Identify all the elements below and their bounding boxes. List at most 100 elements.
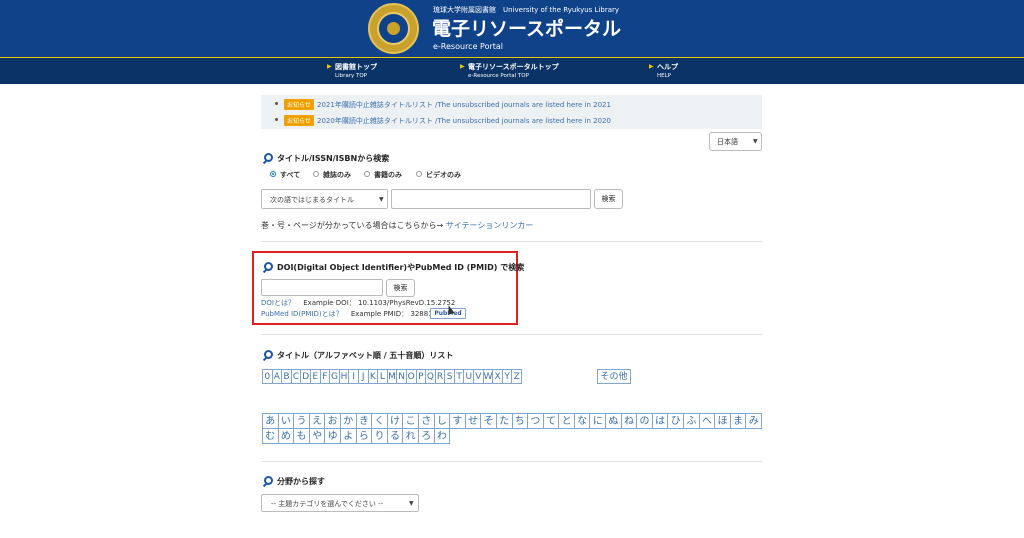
kana-index-button[interactable]: お [324, 413, 341, 429]
title-list-heading: タイトル（アルファベット順 / 五十音順）リスト [277, 351, 454, 360]
seal-core [387, 22, 400, 35]
kana-index-button[interactable]: り [371, 428, 388, 444]
nav-label: 図書館トップ [335, 63, 377, 71]
kana-index-button[interactable]: の [636, 413, 653, 429]
alphabet-index: 0ABCDEFGHIJKLMNOPQRSTUVWXYZ [262, 369, 602, 384]
search-icon [264, 350, 273, 359]
kana-index-button[interactable]: し [433, 413, 451, 429]
seal-ring [377, 12, 410, 45]
kana-index-button[interactable]: ね [620, 413, 638, 429]
kana-index-button[interactable]: つ [527, 413, 544, 429]
kana-index-button[interactable]: よ [339, 428, 357, 444]
kana-index-button[interactable]: き [355, 413, 373, 429]
kana-index-button[interactable]: め [277, 428, 295, 444]
arrow-right-icon: ▶ [460, 63, 465, 70]
kana-index-button[interactable]: え [308, 413, 326, 429]
kana-index-button[interactable]: は [651, 413, 669, 429]
notice-link[interactable]: 2021年購読中止雑誌タイトルリスト /The unsubscribed jou… [317, 100, 611, 110]
university-seal-logo[interactable] [368, 3, 419, 54]
portal-subtitle: e-Resource Portal [433, 42, 504, 51]
radio-button[interactable] [416, 171, 422, 177]
kana-index: あいうえおかきくけこさしすせそたちつてとなにぬねのはひふへほまみむめもやゆよらり… [262, 413, 762, 444]
kana-index-button[interactable]: ゆ [324, 428, 341, 444]
kana-index-button[interactable]: こ [402, 413, 419, 429]
title-search-input[interactable] [391, 189, 591, 209]
nav-sublabel: e-Resource Portal TOP [468, 73, 529, 79]
notice-link[interactable]: 2020年購読中止雑誌タイトルリスト /The unsubscribed jou… [317, 116, 611, 126]
arrow-right-icon: ▶ [327, 63, 332, 70]
kana-index-button[interactable]: そ [480, 413, 497, 429]
bullet-icon [275, 102, 278, 105]
kana-index-button[interactable]: ひ [667, 413, 685, 429]
title-search-button[interactable]: 検索 [594, 189, 623, 209]
notice-box: お知らせ 2021年購読中止雑誌タイトルリスト /The unsubscribe… [261, 95, 762, 129]
kana-index-button[interactable]: た [495, 413, 513, 429]
subject-category-select[interactable]: -- 主題カテゴリを選んでください -- ▼ [261, 494, 419, 512]
pmid-help-row: PubMed ID(PMID)とは？ Example PMID： 32881 [261, 309, 433, 319]
alpha-index-button[interactable]: Z [511, 369, 523, 384]
title-mode-select[interactable]: 次の語ではじまるタイトル ▼ [261, 189, 388, 209]
divider [261, 241, 762, 242]
nav-sublabel: Library TOP [335, 73, 367, 79]
kana-index-button[interactable]: ま [729, 413, 747, 429]
pmid-help-link[interactable]: PubMed ID(PMID)とは？ [261, 310, 343, 318]
arrow-right-icon: ▶ [649, 63, 654, 70]
subject-heading: 分野から探す [277, 477, 325, 486]
kana-index-button[interactable]: さ [417, 413, 435, 429]
kana-index-button[interactable]: ふ [683, 413, 700, 429]
kana-index-button[interactable]: す [449, 413, 466, 429]
other-index-button[interactable]: その他 [597, 369, 631, 384]
kana-index-button[interactable]: ら [355, 428, 373, 444]
nav-library-top[interactable]: ▶ 図書館トップ Library TOP [327, 62, 377, 79]
radio-button[interactable] [364, 171, 370, 177]
subject-category-value: -- 主題カテゴリを選んでください -- [271, 500, 384, 508]
kana-index-button[interactable]: も [293, 428, 310, 444]
divider [261, 334, 762, 335]
kana-index-button[interactable]: い [277, 413, 295, 429]
main-nav: ▶ 図書館トップ Library TOP ▶ 電子リソースポータルトップ e-R… [0, 57, 1024, 84]
radio-label: 書籍のみ [374, 171, 402, 179]
kana-index-button[interactable]: や [308, 428, 326, 444]
radio-label: ビデオのみ [426, 171, 461, 179]
radio-label: すべて [280, 171, 301, 179]
kana-index-button[interactable]: ろ [417, 428, 435, 444]
kana-index-button[interactable]: れ [402, 428, 419, 444]
kana-index-button[interactable]: わ [433, 428, 451, 444]
kana-index-button[interactable]: け [386, 413, 404, 429]
kana-index-button[interactable]: に [589, 413, 607, 429]
kana-index-button[interactable]: ぬ [605, 413, 622, 429]
nav-portal-top[interactable]: ▶ 電子リソースポータルトップ e-Resource Portal TOP [460, 62, 559, 79]
pmid-example: Example PMID： 32881 [350, 310, 433, 318]
kana-index-button[interactable]: へ [698, 413, 716, 429]
kana-index-button[interactable]: う [293, 413, 310, 429]
bullet-icon [275, 118, 278, 121]
kana-index-button[interactable]: く [371, 413, 388, 429]
kana-index-button[interactable]: む [262, 428, 279, 444]
kana-index-button[interactable]: て [542, 413, 560, 429]
radio-button[interactable] [313, 171, 319, 177]
kana-index-button[interactable]: み [745, 413, 762, 429]
notice-badge: お知らせ [284, 115, 314, 126]
doi-example: Example DOI： 10.1103/PhysRevD.15.2752 [303, 299, 456, 307]
kana-index-button[interactable]: か [339, 413, 357, 429]
kana-index-button[interactable]: せ [464, 413, 482, 429]
nav-help[interactable]: ▶ ヘルプ HELP [649, 62, 678, 79]
doi-help-row: DOIとは？ Example DOI： 10.1103/PhysRevD.15.… [261, 298, 455, 308]
doi-search-input[interactable] [261, 279, 383, 296]
kana-index-button[interactable]: る [386, 428, 404, 444]
kana-index-button[interactable]: あ [262, 413, 279, 429]
kana-index-button[interactable]: ほ [714, 413, 731, 429]
portal-title: 電子リソースポータル [432, 18, 622, 40]
kana-index-button[interactable]: ち [511, 413, 529, 429]
kana-index-button[interactable]: な [573, 413, 591, 429]
divider [261, 461, 762, 462]
radio-button[interactable] [270, 171, 276, 177]
doi-search-button[interactable]: 検索 [386, 279, 415, 297]
kana-index-button[interactable]: と [558, 413, 575, 429]
language-select[interactable]: 日本語 ▼ [709, 132, 762, 151]
doi-help-link[interactable]: DOIとは？ [261, 299, 295, 307]
citation-linker-link[interactable]: サイテーションリンカー [446, 221, 534, 230]
notice-badge: お知らせ [284, 99, 314, 110]
title-search-heading: タイトル/ISSN/ISBNから検索 [277, 154, 390, 163]
nav-label: 電子リソースポータルトップ [468, 63, 559, 71]
